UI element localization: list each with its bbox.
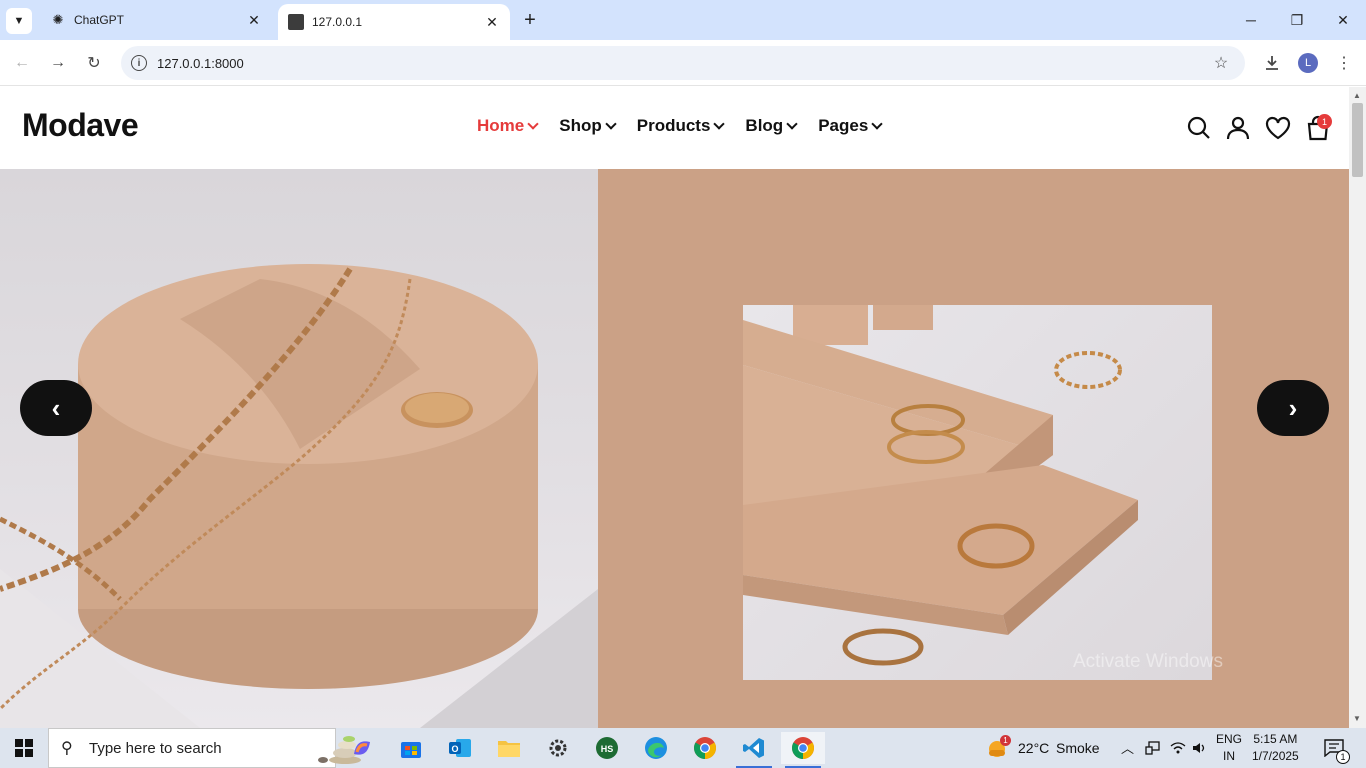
forward-button[interactable]: → — [45, 50, 71, 76]
browser-tabstrip: ▼ ✺ ChatGPT ✕ 127.0.0.1 ✕ + ─ ❐ ✕ — [0, 0, 1366, 40]
browser-toolbar: ← → ↻ i 127.0.0.1:8000 ☆ ⋮ — [0, 40, 1366, 86]
chevron-down-icon — [527, 118, 539, 130]
main-nav: Home Shop Products Blog Pages — [477, 116, 883, 136]
show-hidden-icons-chevron-icon[interactable]: ︿ — [1121, 738, 1134, 757]
close-window-button[interactable]: ✕ — [1320, 0, 1366, 40]
tab-search-button[interactable]: ▼ — [6, 8, 32, 34]
nav-label: Pages — [818, 116, 869, 135]
site-logo[interactable]: Modave — [22, 107, 139, 144]
chatgpt-favicon-icon: ✺ — [52, 12, 64, 27]
language-code: ENG — [1216, 732, 1243, 746]
clock-time: 5:15 AM — [1253, 732, 1298, 746]
wishlist-heart-icon[interactable] — [1265, 115, 1291, 141]
search-placeholder: Type here to search — [89, 739, 222, 757]
url-text[interactable]: 127.0.0.1:8000 — [157, 56, 1209, 71]
nav-label: Blog — [745, 116, 784, 135]
search-icon: ⚲ — [61, 740, 73, 757]
chevron-down-icon — [605, 118, 617, 130]
back-button[interactable]: ← — [9, 50, 35, 76]
clock-date: 1/7/2025 — [1252, 749, 1299, 763]
site-info-icon[interactable]: i — [131, 55, 147, 71]
chrome-icon[interactable] — [683, 732, 727, 764]
download-icon[interactable] — [1259, 50, 1285, 76]
hero-right-panel — [598, 169, 1349, 728]
chrome-profile-icon[interactable] — [781, 732, 825, 768]
nav-pages[interactable]: Pages — [818, 116, 883, 136]
nav-blog[interactable]: Blog — [745, 116, 798, 136]
reload-button[interactable]: ↻ — [81, 50, 107, 76]
windows-logo-icon — [15, 739, 33, 757]
cart-count-badge: 1 — [1317, 114, 1332, 129]
account-icon[interactable] — [1225, 115, 1251, 141]
weather-condition[interactable]: Smoke — [1056, 740, 1100, 756]
language-region: IN — [1223, 749, 1235, 763]
svg-text:HS: HS — [601, 744, 614, 754]
site-header: Modave Home Shop Products Blog Pages — [0, 87, 1349, 169]
tab-close-icon[interactable]: ✕ — [244, 10, 264, 30]
scroll-up-icon[interactable]: ▲ — [1353, 91, 1361, 100]
necklace-on-pedestal-photo — [0, 169, 598, 728]
menu-kebab-icon[interactable]: ⋮ — [1331, 50, 1357, 76]
weather-temp[interactable]: 22°C — [1018, 740, 1049, 756]
tab-chatgpt[interactable]: ✺ ChatGPT ✕ — [40, 0, 272, 40]
page-scrollbar[interactable]: ▲ ▼ — [1349, 87, 1366, 728]
slider-next-button[interactable]: › — [1257, 380, 1329, 436]
copilot-app-icon[interactable] — [340, 732, 384, 764]
microsoft-store-icon[interactable] — [389, 732, 433, 764]
slider-prev-button[interactable]: ‹ — [20, 380, 92, 436]
address-bar[interactable]: i 127.0.0.1:8000 ☆ — [121, 46, 1245, 80]
notification-count-badge: 1 — [1336, 750, 1350, 764]
new-tab-button[interactable]: + — [518, 8, 542, 32]
minimize-button[interactable]: ─ — [1228, 0, 1274, 40]
input-language[interactable]: ENG IN — [1216, 731, 1242, 765]
chevron-down-icon — [871, 118, 883, 130]
weather-alert-badge: 1 — [1000, 735, 1011, 746]
start-button[interactable] — [0, 728, 48, 768]
file-explorer-icon[interactable] — [487, 732, 531, 764]
scrollbar-thumb[interactable] — [1352, 103, 1363, 177]
scroll-down-icon[interactable]: ▼ — [1353, 714, 1361, 723]
taskbar-search[interactable]: ⚲ Type here to search — [48, 728, 361, 768]
page-favicon-icon — [288, 14, 304, 30]
nav-home[interactable]: Home — [477, 116, 539, 136]
hs-app-icon[interactable]: HS — [585, 732, 629, 764]
nav-shop[interactable]: Shop — [559, 116, 617, 136]
network-ethernet-icon[interactable] — [1145, 741, 1161, 755]
nav-label: Home — [477, 116, 525, 135]
system-clock[interactable]: 5:15 AM 1/7/2025 — [1252, 731, 1299, 765]
search-icon[interactable] — [1186, 115, 1212, 141]
windows-taskbar: ⚲ Type here to search O HS 1 22°C Smoke … — [0, 728, 1366, 768]
chevron-down-icon — [786, 118, 798, 130]
tab-localhost[interactable]: 127.0.0.1 ✕ — [278, 4, 510, 40]
volume-speaker-icon[interactable] — [1192, 741, 1208, 755]
tab-close-icon[interactable]: ✕ — [482, 12, 502, 32]
edge-browser-icon[interactable] — [634, 732, 678, 764]
activate-windows-watermark: Activate Windows — [1073, 651, 1223, 672]
nav-label: Shop — [559, 116, 602, 135]
nav-label: Products — [636, 116, 711, 135]
rings-on-blocks-photo — [743, 305, 1212, 680]
outlook-icon[interactable]: O — [438, 732, 482, 764]
profile-avatar[interactable]: L — [1298, 53, 1318, 73]
wifi-icon[interactable] — [1170, 741, 1186, 755]
tab-title: ChatGPT — [74, 13, 125, 27]
bookmark-star-icon[interactable]: ☆ — [1209, 53, 1233, 73]
nav-products[interactable]: Products — [636, 116, 726, 136]
vscode-icon[interactable] — [732, 732, 776, 768]
restore-button[interactable]: ❐ — [1274, 0, 1320, 40]
svg-text:O: O — [451, 744, 458, 754]
tab-title: 127.0.0.1 — [312, 15, 363, 29]
chevron-down-icon — [713, 118, 726, 130]
hero-slider: ‹ › — [0, 169, 1349, 728]
settings-gear-icon[interactable] — [536, 732, 580, 764]
